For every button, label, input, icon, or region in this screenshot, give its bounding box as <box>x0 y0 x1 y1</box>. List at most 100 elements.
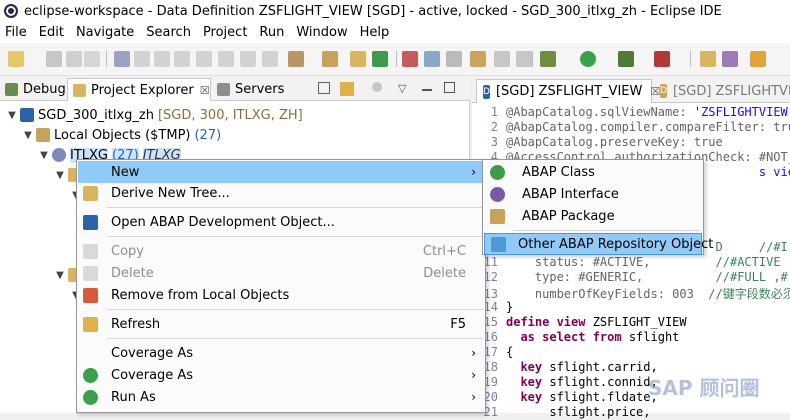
chevron-down-icon[interactable]: ▼ <box>54 270 66 281</box>
menu-item-delete[interactable]: Delete Delete <box>78 262 484 284</box>
abap-object-icon[interactable] <box>322 51 338 67</box>
code-line[interactable]: 1 @AbapCatalog.sqlViewName: 'ZSFLIGHTVIEW <box>472 105 790 120</box>
chevron-down-icon[interactable]: ▼ <box>22 130 34 141</box>
code-line[interactable]: 2 @AbapCatalog.compiler.compareFilter: tr… <box>472 120 790 135</box>
tab-servers[interactable]: Servers <box>212 78 302 101</box>
menu-item-abap-class[interactable]: ABAP Class <box>484 161 702 183</box>
tree-item-local-objects[interactable]: ▼ Local Objects ($TMP) (27) <box>22 125 221 145</box>
code-line[interactable]: 13 numberOfKeyFields: 003 //键字段数必须是 <box>472 285 790 300</box>
open-type-icon[interactable] <box>372 51 388 67</box>
title-bar: eclipse-workspace - Data Definition ZSFL… <box>0 0 790 22</box>
maximize-icon[interactable] <box>444 82 455 93</box>
chevron-down-icon[interactable]: ▼ <box>6 110 18 121</box>
code-line[interactable]: 15 define view ZSFLIGHT_VIEW <box>472 315 790 330</box>
code-line[interactable]: 17{ <box>472 345 790 360</box>
step-return-icon[interactable] <box>240 51 256 67</box>
run-icon[interactable] <box>580 51 596 67</box>
suspend-icon[interactable] <box>154 51 170 67</box>
menu-item-open-abap-object[interactable]: Open ABAP Development Object... <box>78 211 484 233</box>
menu-item-coverage-as[interactable]: Coverage As › <box>78 364 484 386</box>
activate-icon[interactable] <box>402 51 418 67</box>
run-icon <box>83 389 98 405</box>
code-token: key <box>506 375 550 389</box>
menu-item-other-repository-object[interactable]: Other ABAP Repository Object <box>484 233 713 255</box>
menu-help[interactable]: Help <box>354 25 396 40</box>
open-class-icon[interactable] <box>722 51 738 67</box>
code-token: key <box>506 390 550 404</box>
menu-item-coverage-as[interactable]: Coverage As › <box>78 342 484 364</box>
menu-project[interactable]: Project <box>197 25 253 40</box>
transport-icon[interactable] <box>470 51 486 67</box>
ddl-source-icon: D <box>483 84 490 99</box>
tab-debug[interactable]: Debug <box>0 78 67 101</box>
line-number: 2 <box>490 120 498 134</box>
code-line[interactable]: 16 as select from sflight <box>472 330 790 345</box>
tab-project-explorer[interactable]: Project Explorer ☒ <box>67 78 211 101</box>
menu-item-copy[interactable]: Copy Ctrl+C <box>78 240 484 262</box>
drop-to-frame-icon[interactable] <box>262 51 278 67</box>
menu-item-run-as[interactable]: Run As › <box>78 386 484 408</box>
step-over-icon[interactable] <box>218 51 234 67</box>
chevron-down-icon[interactable]: ▼ <box>54 170 66 181</box>
code-token: @AbapCatalog.preserveKey: true <box>506 135 723 149</box>
link-with-editor-icon[interactable] <box>340 82 354 96</box>
coverage-icon[interactable] <box>618 51 634 67</box>
skip-breakpoints-icon[interactable] <box>114 51 130 67</box>
menu-item-new[interactable]: New › <box>78 161 484 183</box>
code-token: } <box>506 300 514 314</box>
code-token: //键字段数必须是 <box>708 287 790 300</box>
menu-item-refresh[interactable]: Refresh F5 <box>78 313 484 335</box>
tab-zsflight-view[interactable]: D [SGD] ZSFLIGHT_VIEW ☒ <box>476 79 660 103</box>
code-line[interactable]: 12 type: #GENERIC, //#FULL ,# <box>472 270 790 285</box>
close-icon[interactable]: ☒ <box>200 84 210 97</box>
print-icon[interactable] <box>84 51 100 67</box>
menu-file[interactable]: File <box>0 25 33 40</box>
tree-item-label: SGD_300_itlxg_zh <box>38 107 154 123</box>
toolbar-separator <box>690 51 691 67</box>
menu-search[interactable]: Search <box>140 25 197 40</box>
tree-item-label: Local Objects ($TMP) <box>54 127 191 143</box>
code-line[interactable]: 3 @AbapCatalog.preserveKey: true <box>472 135 790 150</box>
menu-separator <box>107 338 483 339</box>
tab-zsflightview[interactable]: D [SGD] ZSFLIGHTVIEW <box>654 79 790 103</box>
save-all-icon[interactable] <box>66 51 82 67</box>
menu-item-remove-local[interactable]: Remove from Local Objects <box>78 284 484 306</box>
where-used-icon[interactable] <box>494 51 510 67</box>
line-number: 1 <box>490 105 498 119</box>
abap-project-icon[interactable] <box>288 51 304 67</box>
project-explorer-icon <box>73 83 86 97</box>
filter-icon[interactable] <box>372 82 382 92</box>
code-token: ZSFLIGHT_VIEW <box>592 315 687 329</box>
copy-icon <box>83 243 98 259</box>
outline-icon[interactable] <box>516 51 532 67</box>
menu-item-abap-package[interactable]: ABAP Package <box>484 205 702 227</box>
new-icon[interactable] <box>8 51 24 67</box>
repository-object-icon <box>491 236 506 252</box>
menu-window[interactable]: Window <box>290 25 353 40</box>
check-icon[interactable] <box>424 51 440 67</box>
tab-servers-label: Servers <box>235 82 285 97</box>
terminate-icon[interactable] <box>174 51 190 67</box>
package-icon[interactable] <box>350 51 366 67</box>
menu-item-abap-interface[interactable]: ABAP Interface <box>484 183 702 205</box>
collapse-all-icon[interactable] <box>318 82 330 94</box>
search-icon[interactable] <box>750 51 766 67</box>
chevron-down-icon[interactable]: ▼ <box>38 150 50 161</box>
minimize-icon[interactable] <box>422 89 432 91</box>
menu-item-derive-new-tree[interactable]: Derive New Tree... <box>78 182 484 204</box>
menu-run[interactable]: Run <box>253 25 290 40</box>
resume-icon[interactable] <box>134 51 150 67</box>
menu-navigate[interactable]: Navigate <box>70 25 140 40</box>
open-package-icon[interactable] <box>700 51 716 67</box>
step-into-icon[interactable] <box>196 51 212 67</box>
code-token: key <box>506 360 550 374</box>
format-icon[interactable] <box>446 51 462 67</box>
debug-run-icon[interactable] <box>540 51 556 67</box>
menu-edit[interactable]: Edit <box>33 25 70 40</box>
code-line[interactable]: 14} <box>472 300 790 315</box>
save-icon[interactable] <box>46 51 62 67</box>
code-line[interactable]: 11 status: #ACTIVE, //#ACTIVE , <box>472 255 790 270</box>
view-menu-icon[interactable]: ▽ <box>398 82 406 96</box>
tree-item-project[interactable]: ▼ SGD_300_itlxg_zh [SGD, 300, ITLXG, ZH] <box>6 105 303 125</box>
external-tools-icon[interactable] <box>654 51 670 67</box>
